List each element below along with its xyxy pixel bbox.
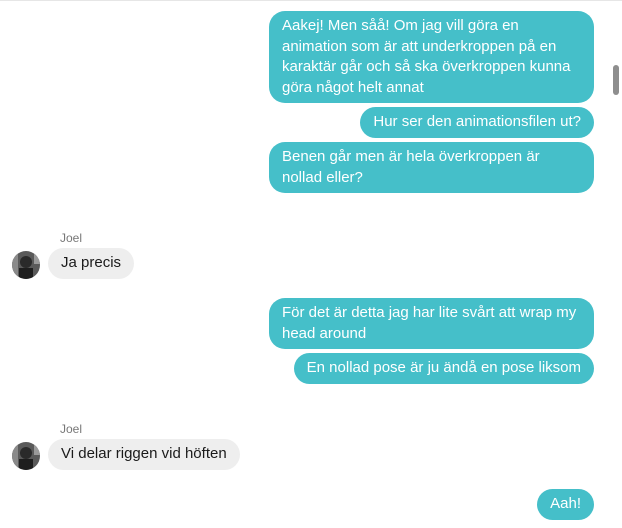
sender-name: Joel: [60, 422, 83, 436]
outgoing-message[interactable]: Aakej! Men såå! Om jag vill göra en anim…: [269, 11, 594, 103]
sender-avatar[interactable]: [12, 442, 40, 470]
outgoing-message[interactable]: Hur ser den animationsfilen ut?: [360, 107, 594, 138]
user-avatar-photo-icon: [12, 251, 40, 279]
scrollbar-thumb[interactable]: [613, 65, 619, 95]
outgoing-message[interactable]: En nollad pose är ju ändå en pose liksom: [293, 353, 594, 384]
sender-avatar[interactable]: [12, 251, 40, 279]
outgoing-message[interactable]: Benen går men är hela överkroppen är nol…: [269, 142, 594, 193]
chat-conversation[interactable]: Aakej! Men såå! Om jag vill göra en anim…: [0, 0, 622, 528]
incoming-message[interactable]: Vi delar riggen vid höften: [48, 439, 240, 470]
user-avatar-photo-icon: [12, 442, 40, 470]
sender-name: Joel: [60, 231, 83, 245]
outgoing-message[interactable]: Aah!: [537, 489, 594, 520]
outgoing-message[interactable]: För det är detta jag har lite svårt att …: [269, 298, 594, 349]
vertical-scrollbar[interactable]: [608, 1, 622, 528]
incoming-message[interactable]: Ja precis: [48, 248, 135, 279]
